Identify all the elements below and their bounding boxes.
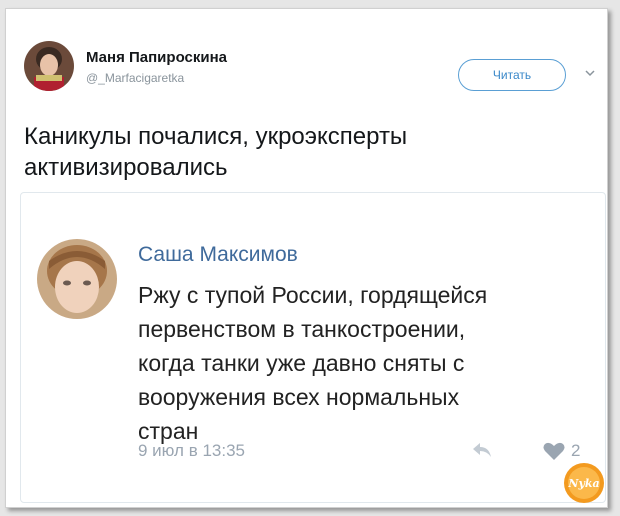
author-name[interactable]: Маня Папироскина — [86, 49, 227, 66]
quoted-text-line: вооружения всех нормальных — [138, 384, 460, 410]
tweet-text-line: Каникулы почалися, укроэксперты — [24, 123, 408, 150]
watermark-logo: Nyka — [564, 463, 604, 503]
svg-text:Nyka: Nyka — [567, 477, 599, 490]
author-handle[interactable]: @_Marfacigaretka — [86, 71, 184, 85]
chevron-down-icon[interactable] — [584, 68, 596, 78]
tweet-text: Каникулы почалися, укроэксперты активизи… — [24, 121, 584, 183]
quoted-text-line: первенством в танкостроении, — [138, 316, 466, 342]
quoted-post-text: Ржу с тупой России, гордящейся первенств… — [138, 278, 578, 448]
quoted-post-date[interactable]: 9 июл в 13:35 — [138, 441, 245, 461]
quoted-author-avatar[interactable] — [37, 239, 117, 319]
quoted-text-line: Ржу с тупой России, гордящейся — [138, 282, 488, 308]
heart-icon[interactable] — [542, 441, 566, 461]
follow-button[interactable]: Читать — [458, 59, 566, 91]
quoted-text-line: когда танки уже давно сняты с — [138, 350, 465, 376]
tweet-card: Маня Папироскина @_Marfacigaretka Читать… — [5, 8, 608, 508]
share-arrow-icon[interactable] — [470, 441, 494, 459]
quoted-post-card[interactable]: Саша Максимов Ржу с тупой России, гордящ… — [20, 192, 606, 503]
like-count: 2 — [571, 441, 581, 460]
tweet-text-line: активизировались — [24, 154, 228, 181]
quoted-author-name[interactable]: Саша Максимов — [138, 243, 298, 267]
author-avatar[interactable] — [24, 41, 74, 91]
